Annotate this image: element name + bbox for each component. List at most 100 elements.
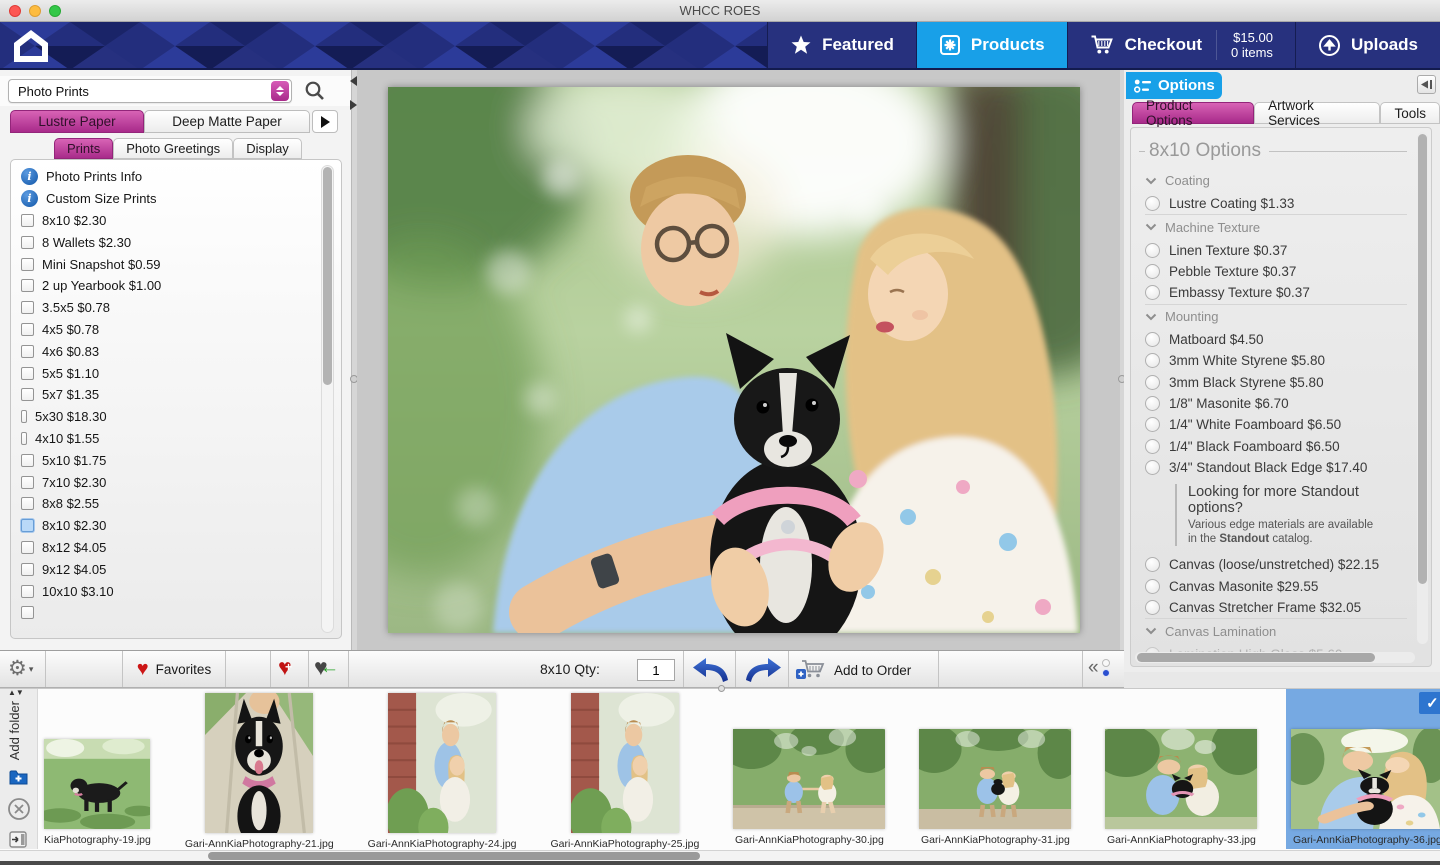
product-checkbox[interactable] [21,301,34,314]
radio-button[interactable] [1145,579,1160,594]
product-size-item[interactable]: 5x30 $18.30 [21,406,341,428]
product-checkbox[interactable] [21,497,34,510]
product-size-item[interactable]: 8x10 $2.30 [21,210,341,232]
close-window-button[interactable] [9,5,21,17]
apply-favorite-button[interactable]: ♥ ← [314,657,342,681]
product-size-item[interactable]: 4x10 $1.55 [21,428,341,450]
thumbnail[interactable]: Gari-AnnKiaPhotography-31.jpg [914,689,1076,849]
add-to-order-button[interactable]: Add to Order [795,656,911,684]
option-radio-item[interactable]: 3/4" Standout Black Edge $17.40 [1145,457,1407,478]
option-radio-item[interactable]: 1/4" White Foamboard $6.50 [1145,414,1407,435]
product-size-item[interactable]: 5x7 $1.35 [21,384,341,406]
favorites-button[interactable]: ♥ Favorites [130,654,218,684]
option-radio-item[interactable]: Matboard $4.50 [1145,329,1407,350]
undo-button[interactable] [690,656,732,684]
thumbnail-image[interactable] [388,693,496,833]
option-radio-item[interactable]: Canvas Masonite $29.55 [1145,576,1407,597]
zoom-window-button[interactable] [49,5,61,17]
product-checkbox[interactable] [21,606,34,619]
radio-button[interactable] [1145,396,1160,411]
redo-button[interactable] [742,656,784,684]
home-button[interactable] [12,28,50,64]
product-checkbox[interactable] [21,476,34,489]
product-size-item[interactable]: 4x6 $0.83 [21,340,341,362]
product-checkbox[interactable] [21,432,27,445]
radio-button[interactable] [1145,557,1160,572]
info-item[interactable]: iCustom Size Prints [21,188,341,210]
radio-button[interactable] [1145,460,1160,475]
product-size-item[interactable]: 10x10 $3.10 [21,580,341,602]
thumbnail-image[interactable] [205,693,313,833]
thumbnail-image[interactable] [733,729,885,829]
scrollbar-thumb[interactable] [323,167,332,385]
radio-button[interactable] [1145,439,1160,454]
thumbnail-image[interactable] [44,739,150,829]
radio-button[interactable] [1145,353,1160,368]
tab-lustre-paper[interactable]: Lustre Paper [10,110,144,133]
option-radio-item[interactable]: Canvas (loose/unstretched) $22.15 [1145,554,1407,575]
option-section-header[interactable]: Machine Texture [1145,214,1407,239]
product-checkbox[interactable] [21,236,34,249]
search-button[interactable] [302,78,328,104]
product-size-item[interactable]: 7x10 $2.30 [21,471,341,493]
radio-button[interactable] [1145,600,1160,615]
settings-menu-button[interactable]: ⚙ ▾ [8,656,33,682]
preview-photo[interactable] [388,87,1080,633]
thumbnail-image[interactable] [919,729,1071,829]
tab-prints[interactable]: Prints [54,138,113,159]
thumbnail-image[interactable] [1291,729,1440,829]
radio-button[interactable] [1145,375,1160,390]
product-checkbox[interactable] [21,519,34,532]
product-checkbox[interactable] [21,585,34,598]
scrollbar-thumb[interactable] [208,852,700,860]
product-size-item[interactable] [21,602,341,624]
add-folder-button[interactable] [8,767,30,792]
thumbnail[interactable]: Gari-AnnKiaPhotography-25.jpg [546,689,705,849]
options-vertical-scrollbar[interactable] [1417,132,1428,644]
product-checkbox[interactable] [21,454,34,467]
option-section-header[interactable]: Mounting [1145,304,1407,329]
product-checkbox[interactable] [21,563,34,576]
add-favorite-button[interactable]: ♥ + [278,657,302,681]
option-radio-item[interactable]: Canvas Stretcher Frame $32.05 [1145,597,1407,618]
tab-product-options[interactable]: Product Options [1132,102,1254,124]
nav-tab-checkout[interactable]: Checkout $15.00 0 items [1067,22,1295,68]
quantity-input[interactable] [637,659,675,681]
tab-display[interactable]: Display [233,138,302,159]
option-radio-item[interactable]: 3mm Black Styrene $5.80 [1145,371,1407,392]
thumbnail-image[interactable] [571,693,679,833]
product-size-item[interactable]: 8x10 $2.30 [21,515,341,537]
collapse-toolbar-button[interactable]: « [1088,657,1110,679]
radio-button[interactable] [1145,264,1160,279]
resize-arrows-icon[interactable]: ▲▼ [8,689,24,696]
options-horizontal-scrollbar[interactable] [1135,652,1415,663]
radio-button[interactable] [1145,417,1160,432]
tab-tools[interactable]: Tools [1380,102,1440,124]
radio-button[interactable] [1145,196,1160,211]
product-size-item[interactable]: 3.5x5 $0.78 [21,297,341,319]
collapse-left-icon[interactable] [350,76,357,86]
nav-tab-products[interactable]: Products [916,22,1067,68]
product-category-select[interactable]: Photo Prints [8,79,292,103]
product-size-item[interactable]: 8x8 $2.55 [21,493,341,515]
product-checkbox[interactable] [21,367,34,380]
option-radio-item[interactable]: Pebble Texture $0.37 [1145,261,1407,282]
radio-button[interactable] [1145,243,1160,258]
filmstrip-scrollbar[interactable] [0,850,1440,861]
product-size-item[interactable]: 5x10 $1.75 [21,449,341,471]
thumbnail-image[interactable] [1105,729,1257,829]
tab-deep-matte-paper[interactable]: Deep Matte Paper [144,110,310,133]
radio-button[interactable] [1145,285,1160,300]
product-list-scrollbar[interactable] [321,165,334,633]
option-radio-item[interactable]: 3mm White Styrene $5.80 [1145,350,1407,371]
product-checkbox[interactable] [21,541,34,554]
thumbnail[interactable]: Gari-AnnKiaPhotography-24.jpg [363,689,522,849]
thumbnail[interactable]: Gari-AnnKiaPhotography-21.jpg [180,689,339,849]
option-section-header[interactable]: Canvas Lamination [1145,618,1407,643]
collapse-options-button[interactable] [1417,75,1436,94]
option-radio-item[interactable]: Lustre Coating $1.33 [1145,193,1407,214]
product-checkbox[interactable] [21,258,34,271]
thumbnail-selected[interactable]: ✓Gari-AnnKiaPhotography-36.jpg [1286,689,1440,849]
option-radio-item[interactable]: 1/4" Black Foamboard $6.50 [1145,436,1407,457]
product-checkbox[interactable] [21,410,27,423]
